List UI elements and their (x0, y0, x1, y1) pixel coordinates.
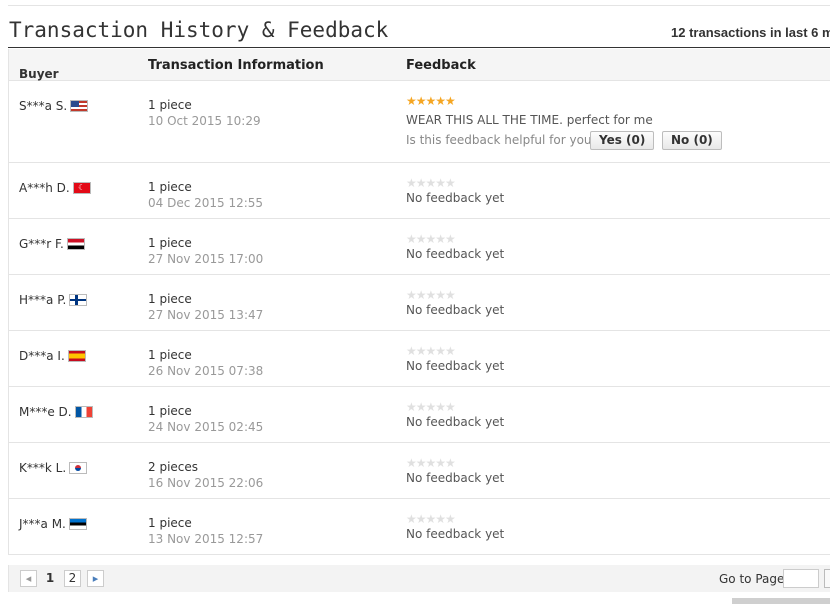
page-title: Transaction History & Feedback (9, 18, 389, 42)
buyer-name: D***a I. (19, 349, 65, 363)
table-row: J***a M. 1 piece 13 Nov 2015 12:57 ★★★★★… (9, 499, 830, 555)
star-rating-icon: ★★★★★ (406, 456, 456, 470)
page-1-current: 1 (45, 571, 55, 585)
column-header-info: Transaction Information (148, 58, 324, 73)
flag-kr-icon (69, 462, 88, 474)
goto-page-label: Go to Page (719, 572, 785, 586)
helpful-prompt: Is this feedback helpful for you? (406, 133, 598, 147)
transaction-date: 27 Nov 2015 13:47 (148, 308, 264, 322)
transaction-date: 16 Nov 2015 22:06 (148, 476, 264, 490)
buyer-name: M***e D. (19, 405, 72, 419)
table-row: M***e D. 1 piece 24 Nov 2015 02:45 ★★★★★… (9, 387, 830, 443)
star-rating-icon: ★★★★★ (406, 94, 456, 108)
transaction-date: 26 Nov 2015 07:38 (148, 364, 264, 378)
chevron-right-icon[interactable]: ▸ (87, 570, 104, 587)
table-row: G***r F. 1 piece 27 Nov 2015 17:00 ★★★★★… (9, 219, 830, 275)
chevron-left-icon[interactable]: ◂ (20, 570, 37, 587)
star-rating-icon: ★★★★★ (406, 288, 456, 302)
buyer-name: H***a P. (19, 293, 67, 307)
transaction-count: 12 transactions in last 6 m (671, 25, 830, 40)
buyer-name: A***h D. (19, 181, 70, 195)
star-rating-icon: ★★★★★ (406, 176, 456, 190)
quantity: 1 piece (148, 180, 192, 194)
helpful-yes-button[interactable]: Yes (0) (590, 131, 655, 150)
buyer-cell: D***a I. (19, 349, 86, 363)
feedback-text: No feedback yet (406, 247, 505, 261)
buyer-cell: K***k L. (19, 461, 88, 475)
feedback-text: No feedback yet (406, 359, 505, 373)
flag-fr-icon (74, 406, 93, 418)
quantity: 1 piece (148, 98, 192, 112)
flag-us-icon (70, 100, 89, 112)
table-row: A***h D. ☾ 1 piece 04 Dec 2015 12:55 ★★★… (9, 163, 830, 219)
buyer-cell: S***a S. (19, 99, 89, 113)
quantity: 2 pieces (148, 460, 199, 474)
star-rating-icon: ★★★★★ (406, 400, 456, 414)
quantity: 1 piece (148, 292, 192, 306)
table-row: D***a I. 1 piece 26 Nov 2015 07:38 ★★★★★… (9, 331, 830, 387)
top-divider (8, 0, 830, 6)
transaction-date: 04 Dec 2015 12:55 (148, 196, 264, 210)
star-rating-icon: ★★★★★ (406, 232, 456, 246)
buyer-name: K***k L. (19, 461, 67, 475)
feedback-text: No feedback yet (406, 191, 505, 205)
goto-page-button[interactable] (824, 569, 830, 588)
section-header: Transaction History & Feedback 12 transa… (8, 14, 830, 48)
column-header-feedback: Feedback (406, 58, 476, 73)
goto-page-input[interactable] (783, 569, 819, 588)
helpful-no-button[interactable]: No (0) (662, 131, 722, 150)
buyer-cell: M***e D. (19, 405, 93, 419)
page-2-link[interactable]: 2 (64, 570, 81, 587)
transaction-date: 13 Nov 2015 12:57 (148, 532, 264, 546)
flag-ee-icon (68, 518, 87, 530)
flag-tr-icon: ☾ (72, 182, 91, 194)
table-row: K***k L. 2 pieces 16 Nov 2015 22:06 ★★★★… (9, 443, 830, 499)
pagination: ◂ 1 2 ▸ Go to Page (8, 565, 830, 592)
buyer-cell: H***a P. (19, 293, 88, 307)
buyer-cell: A***h D. ☾ (19, 181, 91, 195)
feedback-text: No feedback yet (406, 527, 505, 541)
star-rating-icon: ★★★★★ (406, 512, 456, 526)
feedback-text: No feedback yet (406, 303, 505, 317)
transaction-date: 10 Oct 2015 10:29 (148, 114, 261, 128)
quantity: 1 piece (148, 236, 192, 250)
buyer-name: G***r F. (19, 237, 64, 251)
quantity: 1 piece (148, 348, 192, 362)
column-header-buyer: Buyer (19, 67, 59, 81)
flag-eg-icon (66, 238, 85, 250)
feedback-text: No feedback yet (406, 471, 505, 485)
star-rating-icon: ★★★★★ (406, 344, 456, 358)
buyer-cell: G***r F. (19, 237, 85, 251)
transaction-table: Buyer Transaction Information Feedback S… (8, 49, 830, 555)
feedback-text: WEAR THIS ALL THE TIME. perfect for me (406, 113, 653, 127)
transaction-date: 27 Nov 2015 17:00 (148, 252, 264, 266)
table-header: Buyer Transaction Information Feedback (9, 49, 830, 81)
buyer-name: J***a M. (19, 517, 66, 531)
flag-fi-icon (69, 294, 88, 306)
table-row: H***a P. 1 piece 27 Nov 2015 13:47 ★★★★★… (9, 275, 830, 331)
flag-es-icon (67, 350, 86, 362)
transaction-date: 24 Nov 2015 02:45 (148, 420, 264, 434)
quantity: 1 piece (148, 404, 192, 418)
buyer-name: S***a S. (19, 99, 68, 113)
feedback-text: No feedback yet (406, 415, 505, 429)
table-row: S***a S. 1 piece 10 Oct 2015 10:29 ★★★★★… (9, 81, 830, 163)
horizontal-scrollbar[interactable] (732, 598, 830, 604)
quantity: 1 piece (148, 516, 192, 530)
buyer-cell: J***a M. (19, 517, 87, 531)
